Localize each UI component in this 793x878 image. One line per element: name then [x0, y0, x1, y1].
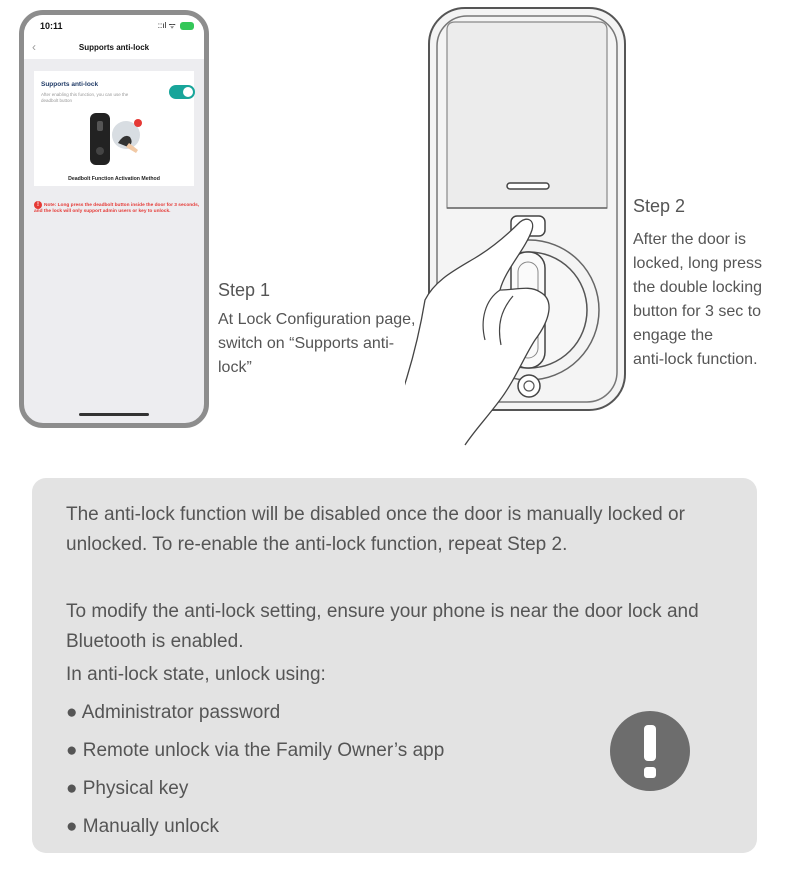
step1-body: At Lock Configuration page, switch on “S…	[218, 311, 416, 376]
status-time: 10:11	[40, 21, 63, 31]
bullet-item: ● Manually unlock	[66, 816, 219, 837]
deadbolt-illustration-icon	[90, 113, 142, 165]
signal-wifi-icon: ::ıl ᯤ	[157, 21, 176, 30]
step2-title: Step 2	[633, 196, 686, 216]
bullet-item: ● Remote unlock via the Family Owner’s a…	[66, 740, 445, 761]
error-icon: !	[34, 201, 42, 209]
info-paragraph-1: The anti-lock function will be disabled …	[66, 504, 685, 555]
step1-title: Step 1	[218, 280, 271, 300]
info-paragraph-3: In anti-lock state, unlock using:	[66, 664, 326, 685]
anti-lock-toggle[interactable]	[169, 85, 195, 99]
home-indicator	[79, 413, 149, 416]
method-caption: Deadbolt Function Activation Method	[68, 176, 160, 182]
info-paragraph-2: To modify the anti-lock setting, ensure …	[66, 601, 699, 652]
note-text: ! Note: Long press the deadbolt button in…	[34, 201, 204, 215]
nav-bar: ‹ Supports anti-lock	[24, 37, 204, 59]
exclamation-icon	[610, 711, 690, 791]
setting-description: After enabling this function, you can us…	[41, 92, 129, 103]
bullet-item: ● Physical key	[66, 778, 189, 799]
info-box: The anti-lock function will be disabled …	[32, 478, 757, 853]
status-icons: ::ıl ᯤ	[158, 20, 194, 31]
door-lock-hand-illustration	[405, 7, 626, 446]
setting-label: Supports anti-lock	[41, 81, 99, 88]
step2-body: After the door is locked, long press the…	[633, 231, 762, 368]
page-title: Supports anti-lock	[78, 43, 150, 52]
battery-icon	[180, 21, 194, 30]
bullet-item: ● Administrator password	[66, 702, 281, 723]
phone-screen: 10:11 ::ıl ᯤ ‹ Supports anti-lock Suppor…	[19, 10, 209, 428]
status-bar: 10:11 ::ıl ᯤ	[24, 15, 204, 37]
note-body: Note: Long press the deadbolt button ins…	[34, 203, 200, 214]
toggle-knob	[183, 87, 193, 97]
